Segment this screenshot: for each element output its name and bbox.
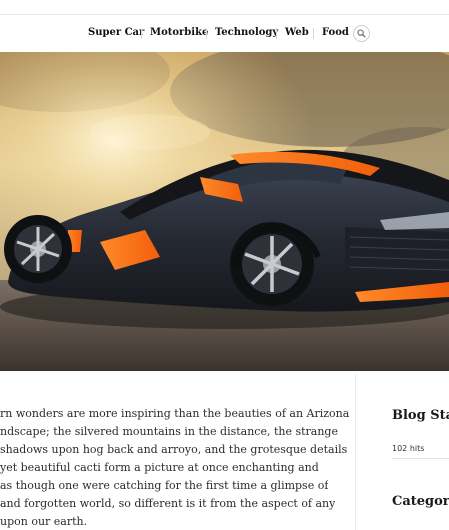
top-bar: [0, 0, 449, 15]
post-line: as though one were catching for the firs…: [0, 479, 329, 492]
nav-separator: [206, 28, 207, 39]
nav-item-super-car[interactable]: Super Car: [88, 27, 144, 38]
sports-car-image: [0, 52, 449, 371]
post-line: ndscape; the silvered mountains in the d…: [0, 425, 338, 438]
post-line: yet beautiful cacti form a picture at on…: [0, 461, 319, 474]
nav-separator: [141, 28, 142, 39]
search-button[interactable]: [353, 25, 370, 42]
post-line: shadows upon hog back and arroyo, and th…: [0, 443, 348, 456]
nav-item-food[interactable]: Food: [322, 27, 349, 38]
post-line: rn wonders are more inspiring than the b…: [0, 407, 350, 420]
nav-separator: [276, 28, 277, 39]
search-icon: [357, 29, 366, 38]
nav-item-web[interactable]: Web: [285, 27, 309, 38]
blog-stats-title: Blog Stat: [392, 408, 449, 423]
nav-separator: [313, 28, 314, 39]
main-navigation: Super Car Motorbike Technology Web Food: [0, 15, 449, 52]
nav-item-motorbike[interactable]: Motorbike: [150, 27, 208, 38]
sidebar-divider: [355, 373, 356, 530]
widget-divider: [392, 458, 449, 459]
post-line: upon our earth.: [0, 515, 88, 528]
nav-item-technology[interactable]: Technology: [215, 27, 278, 38]
post-line: and forgotten world, so different is it …: [0, 497, 336, 510]
blog-stats-value: 102 hits: [392, 444, 425, 453]
hero-image[interactable]: [0, 52, 449, 371]
categories-title: Categori: [392, 494, 449, 509]
